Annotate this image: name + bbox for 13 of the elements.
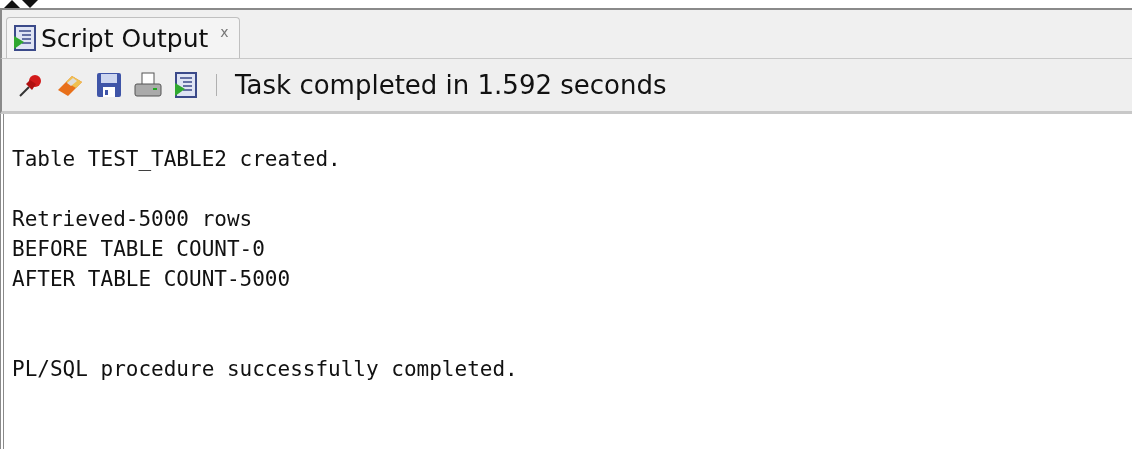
document-run-icon[interactable] [13,25,37,51]
status-text: Task completed in 1.592 seconds [235,70,667,100]
output-line: PL/SQL procedure successfully completed. [12,357,518,381]
save-icon[interactable] [96,72,122,98]
close-tab-button[interactable]: x [220,24,229,40]
script-output-tab[interactable]: Script Output x [6,17,240,58]
print-icon[interactable] [134,72,162,98]
output-line: Table TEST_TABLE2 created. [12,147,341,171]
output-line: Retrieved-5000 rows [12,207,253,231]
output-line: AFTER TABLE COUNT-5000 [12,267,291,291]
pushpin-icon[interactable] [18,72,44,98]
output-line: BEFORE TABLE COUNT-0 [12,237,265,261]
run-script-icon[interactable] [174,72,198,98]
